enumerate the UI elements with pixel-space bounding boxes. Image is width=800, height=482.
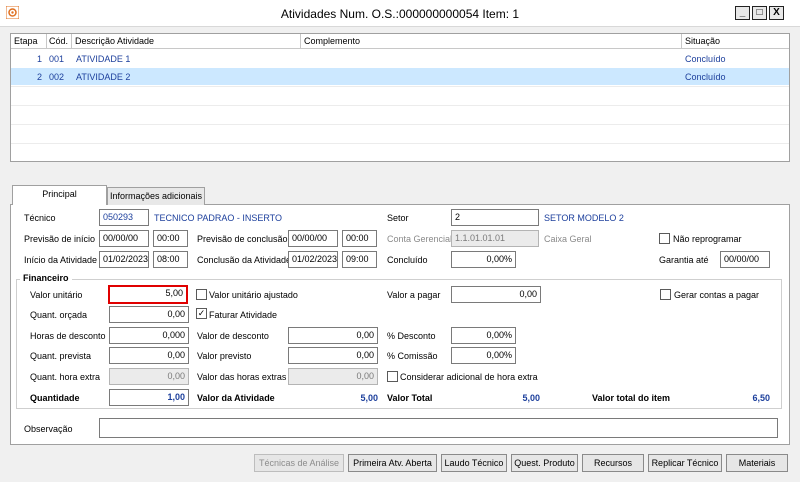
recursos-button[interactable]: Recursos [582, 454, 644, 472]
tecnico-code-field[interactable]: 050293 [99, 209, 149, 226]
table-row[interactable]: 1 001 ATIVIDADE 1 Concluído [11, 50, 789, 67]
valor-unitario-ajustado-checkbox[interactable] [196, 289, 207, 300]
conta-gerencial-field: 1.1.01.01.01 [451, 230, 539, 247]
tecnico-name: TECNICO PADRAO - INSERTO [154, 213, 283, 223]
valor-total-item-label: Valor total do item [592, 393, 671, 403]
considerar-adicional-label: Considerar adicional de hora extra [400, 372, 538, 382]
minimize-button[interactable]: _ [735, 6, 750, 20]
laudo-tecnico-button[interactable]: Laudo Técnico [441, 454, 507, 472]
inicio-atividade-label: Início da Atividade [24, 255, 98, 265]
inicio-atividade-time-field[interactable]: 08:00 [153, 251, 188, 268]
cell-cod: 001 [49, 54, 65, 64]
primeira-atv-aberta-button[interactable]: Primeira Atv. Aberta [348, 454, 437, 472]
tab-principal[interactable]: Principal [12, 185, 107, 205]
pct-comissao-field[interactable]: 0,00% [451, 347, 516, 364]
quantidade-field[interactable]: 1,00 [109, 389, 189, 406]
setor-name: SETOR MODELO 2 [544, 213, 624, 223]
cell-situacao: Concluído [685, 54, 726, 64]
garantia-field[interactable]: 00/00/00 [720, 251, 770, 268]
quant-prevista-field[interactable]: 0,00 [109, 347, 189, 364]
previsao-inicio-time-field[interactable]: 00:00 [153, 230, 188, 247]
valor-a-pagar-field[interactable]: 0,00 [451, 286, 541, 303]
cell-situacao: Concluído [685, 72, 726, 82]
quant-prevista-label: Quant. prevista [30, 351, 92, 361]
valor-total-value: 5,00 [522, 393, 540, 403]
materiais-button[interactable]: Materiais [726, 454, 788, 472]
cell-etapa: 2 [37, 72, 43, 82]
previsao-conclusao-label: Previsão de conclusão [197, 234, 288, 244]
valor-a-pagar-label: Valor a pagar [387, 290, 441, 300]
activities-grid[interactable]: Etapa Cód. Descrição Atividade Complemen… [10, 33, 790, 162]
cell-etapa: 1 [37, 54, 43, 64]
valor-previsto-field[interactable]: 0,00 [288, 347, 378, 364]
previsao-inicio-date-field[interactable]: 00/00/00 [99, 230, 149, 247]
pct-desconto-label: % Desconto [387, 331, 436, 341]
previsao-conclusao-date-field[interactable]: 00/00/00 [288, 230, 338, 247]
window-title: Atividades Num. O.S.:000000000054 Item: … [280, 7, 520, 21]
observacao-label: Observação [24, 424, 73, 434]
horas-desconto-field[interactable]: 0,000 [109, 327, 189, 344]
cell-cod: 002 [49, 72, 65, 82]
conclusao-atividade-time-field[interactable]: 09:00 [342, 251, 377, 268]
concluido-label: Concluído [387, 255, 428, 265]
cell-descricao: ATIVIDADE 2 [76, 72, 131, 82]
valor-horas-extras-label: Valor das horas extras [197, 372, 287, 382]
concluido-field[interactable]: 0,00% [451, 251, 516, 268]
column-header-etapa[interactable]: Etapa [14, 36, 38, 46]
valor-total-item-value: 6,50 [752, 393, 770, 403]
garantia-label: Garantia até [659, 255, 709, 265]
inicio-atividade-date-field[interactable]: 01/02/2023 [99, 251, 149, 268]
valor-total-label: Valor Total [387, 393, 433, 403]
column-header-complemento[interactable]: Complemento [304, 36, 360, 46]
column-header-cod[interactable]: Cód. [49, 36, 68, 46]
valor-unitario-field[interactable]: 5,00 [108, 285, 188, 304]
close-button[interactable]: X [769, 6, 784, 20]
observacao-field[interactable] [99, 418, 778, 438]
valor-horas-extras-field: 0,00 [288, 368, 378, 385]
title-bar: Atividades Num. O.S.:000000000054 Item: … [0, 0, 800, 27]
previsao-inicio-label: Previsão de início [24, 234, 96, 244]
quantidade-label: Quantidade [30, 393, 80, 403]
quant-hora-extra-field: 0,00 [109, 368, 189, 385]
tecnico-label: Técnico [24, 213, 56, 223]
pct-desconto-field[interactable]: 0,00% [451, 327, 516, 344]
valor-unitario-label: Valor unitário [30, 290, 83, 300]
tab-informacoes-adicionais[interactable]: Informações adicionais [107, 187, 205, 205]
quant-orcada-label: Quant. orçada [30, 310, 88, 320]
gerar-contas-label: Gerar contas a pagar [674, 290, 760, 300]
faturar-atividade-label: Faturar Atividade [209, 310, 278, 320]
valor-previsto-label: Valor previsto [197, 351, 252, 361]
conta-gerencial-label: Conta Gerencial [387, 234, 453, 244]
nao-reprogramar-checkbox[interactable] [659, 233, 670, 244]
faturar-atividade-checkbox[interactable]: ✓ [196, 308, 207, 319]
conta-gerencial-name: Caixa Geral [544, 234, 592, 244]
cell-descricao: ATIVIDADE 1 [76, 54, 131, 64]
conclusao-atividade-date-field[interactable]: 01/02/2023 [288, 251, 338, 268]
table-row-selected[interactable]: 2 002 ATIVIDADE 2 Concluído [11, 68, 789, 85]
quant-hora-extra-label: Quant. hora extra [30, 372, 101, 382]
considerar-adicional-checkbox[interactable] [387, 371, 398, 382]
previsao-conclusao-time-field[interactable]: 00:00 [342, 230, 377, 247]
setor-code-field[interactable]: 2 [451, 209, 539, 226]
valor-atividade-label: Valor da Atividade [197, 393, 275, 403]
valor-desconto-field[interactable]: 0,00 [288, 327, 378, 344]
valor-atividade-value: 5,00 [360, 393, 378, 403]
gerar-contas-checkbox[interactable] [660, 289, 671, 300]
valor-unitario-ajustado-label: Valor unitário ajustado [209, 290, 298, 300]
maximize-button[interactable]: □ [752, 6, 767, 20]
quant-orcada-field[interactable]: 0,00 [109, 306, 189, 323]
nao-reprogramar-label: Não reprogramar [673, 234, 742, 244]
quest-produto-button[interactable]: Quest. Produto [511, 454, 578, 472]
financeiro-label: Financeiro [20, 273, 72, 283]
tecnicas-analise-button[interactable]: Técnicas de Análise [254, 454, 344, 472]
horas-desconto-label: Horas de desconto [30, 331, 106, 341]
column-header-situacao[interactable]: Situação [685, 36, 720, 46]
setor-label: Setor [387, 213, 409, 223]
replicar-tecnico-button[interactable]: Replicar Técnico [648, 454, 722, 472]
pct-comissao-label: % Comissão [387, 351, 438, 361]
valor-desconto-label: Valor de desconto [197, 331, 269, 341]
conclusao-atividade-label: Conclusão da Atividade [197, 255, 292, 265]
column-header-descricao[interactable]: Descrição Atividade [75, 36, 154, 46]
